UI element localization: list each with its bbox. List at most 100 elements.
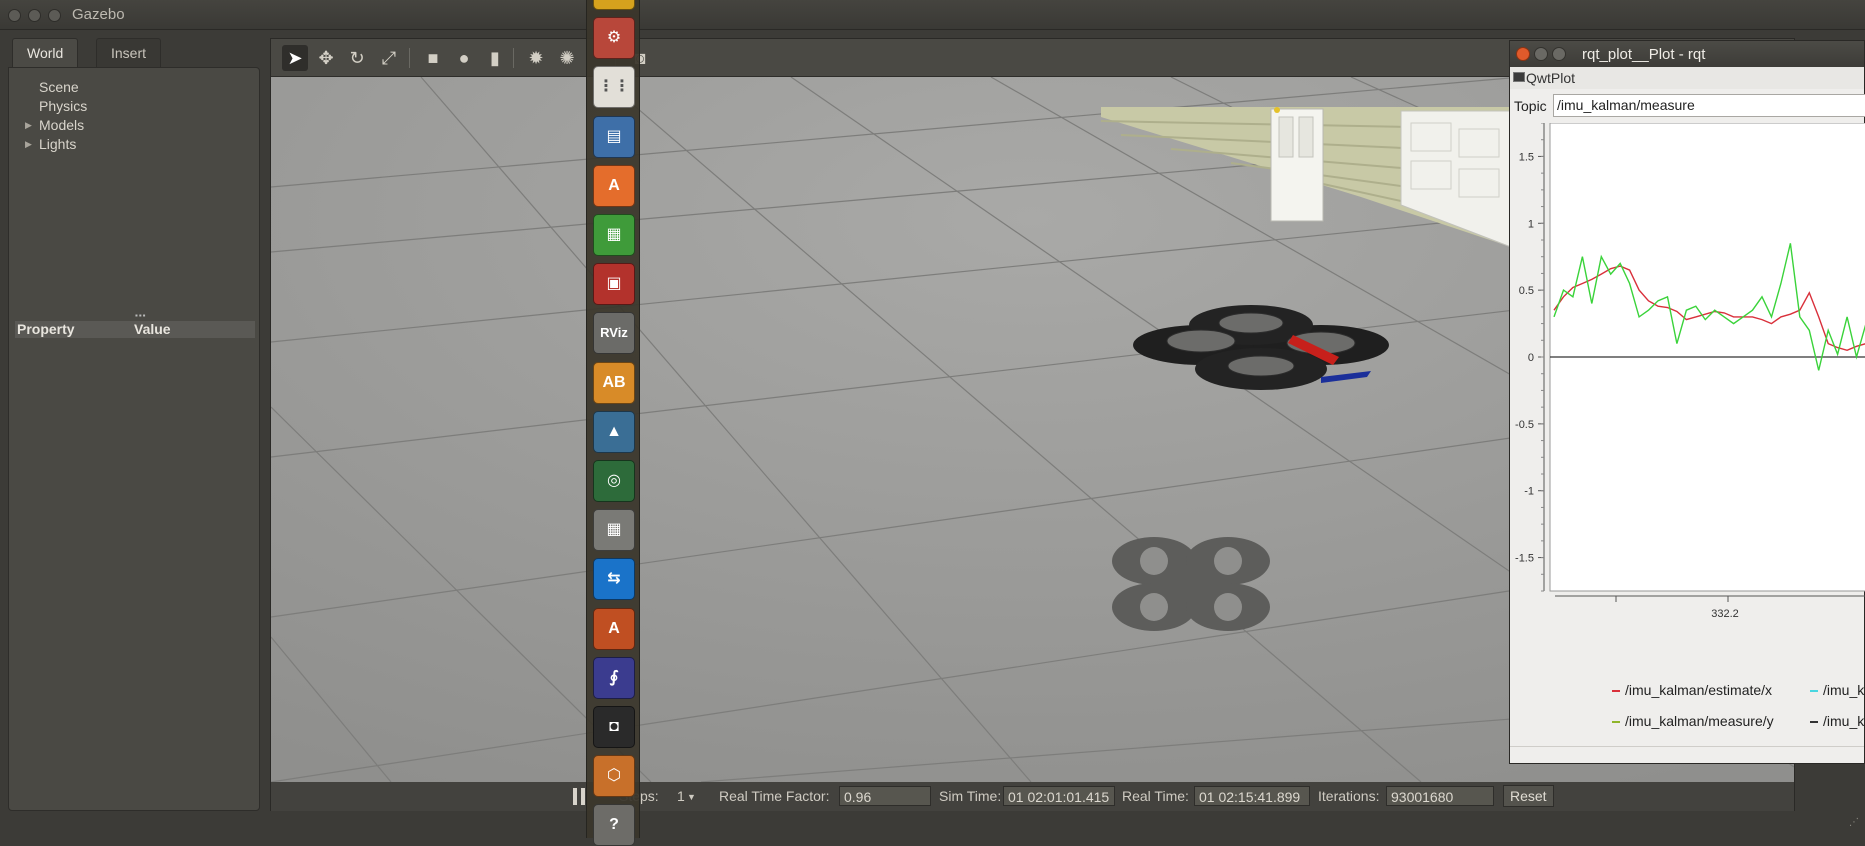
help-icon[interactable]: ? [593, 804, 635, 846]
matlab-icon[interactable]: ▲ [593, 411, 635, 453]
property-table-header: Property Value [15, 321, 255, 338]
software-center-icon[interactable]: A [593, 165, 635, 207]
legend-label: /imu_k [1823, 682, 1864, 698]
resize-grip-icon[interactable]: ⋰ [1849, 817, 1859, 828]
iterations-label: Iterations: [1318, 788, 1379, 804]
rqt-maximize-button[interactable] [1552, 47, 1566, 61]
package-glyph: ⬡ [594, 756, 634, 796]
spotlight-icon[interactable]: ✺ [554, 45, 580, 71]
legend-label: /imu_kalman/measure/y [1625, 713, 1774, 729]
expand-arrow-icon[interactable]: ▶ [25, 135, 32, 154]
calculator-glyph: ▦ [594, 510, 634, 550]
pause-icon[interactable] [573, 788, 585, 805]
matlab-glyph: ▲ [594, 412, 634, 452]
y-tick-label: -0.5 [1515, 419, 1534, 431]
spreadsheet-icon[interactable]: ▦ [593, 214, 635, 256]
move-arrows-icon[interactable]: ✥ [313, 45, 339, 71]
screenshot-tool-icon[interactable]: ◘ [593, 706, 635, 748]
rqt-plot-window: rqt_plot__Plot - rqt QwtPlot Topic /imu_… [1509, 40, 1865, 764]
tab-insert[interactable]: Insert [96, 38, 161, 68]
cylinder-icon[interactable]: ▮ [482, 45, 508, 71]
window-titlebar: Gazebo [0, 0, 1865, 30]
rqt-titlebar: rqt_plot__Plot - rqt [1510, 41, 1864, 67]
unity-launcher: ◉⚙⋮⋮▤A▦▣RVizAB▲◎▦⇆A∮◘⬡? [586, 0, 640, 838]
document-viewer-icon[interactable]: ▤ [593, 116, 635, 158]
tree-item-label: Lights [39, 136, 76, 152]
plot-area[interactable]: 1.510.50-0.5-1-1.5332.2 [1510, 123, 1865, 713]
terminal-red-icon[interactable]: ▣ [593, 263, 635, 305]
rviz-icon[interactable]: RViz [593, 312, 635, 354]
tree-item-label: Scene [39, 79, 79, 95]
y-tick-label: 0 [1528, 352, 1534, 364]
minimize-window-button[interactable] [28, 9, 41, 22]
panel-splitter-handle[interactable]: ▪▪▪ [135, 311, 147, 320]
y-tick-label: -1 [1524, 486, 1534, 498]
terminal-red-glyph: ▣ [594, 264, 634, 304]
steps-dropdown-icon[interactable]: ▼ [687, 792, 696, 802]
legend-label: /imu_k [1823, 713, 1864, 729]
legend-label: /imu_kalman/estimate/x [1625, 682, 1772, 698]
maximize-window-button[interactable] [48, 9, 61, 22]
mathematica-icon[interactable]: ∮ [593, 657, 635, 699]
world-tree: Scene Physics ▶ Models ▶ Lights [9, 78, 87, 154]
rqt-footer-divider [1510, 746, 1864, 747]
world-panel: Scene Physics ▶ Models ▶ Lights ▪▪▪ Proper… [8, 67, 260, 811]
tree-item-models[interactable]: ▶ Models [9, 116, 87, 135]
y-tick-label: -1.5 [1515, 553, 1534, 565]
apps-grid-icon[interactable]: ⋮⋮ [593, 66, 635, 108]
rqt-window-title: rqt_plot__Plot - rqt [1582, 46, 1705, 63]
tree-item-label: Models [39, 117, 84, 133]
close-window-button[interactable] [8, 9, 21, 22]
webcam-icon[interactable]: ◎ [593, 460, 635, 502]
real-time-label: Real Time: [1122, 788, 1189, 804]
tree-item-scene[interactable]: Scene [9, 78, 87, 97]
rqt-close-button[interactable] [1516, 47, 1530, 61]
tree-item-physics[interactable]: Physics [9, 97, 87, 116]
scale-icon[interactable]: ⤢ [376, 45, 402, 71]
tab-world[interactable]: World [12, 38, 78, 68]
property-column-header[interactable]: Property [15, 321, 134, 338]
rqt-minimize-button[interactable] [1534, 47, 1548, 61]
webcam-glyph: ◎ [594, 461, 634, 501]
expand-arrow-icon[interactable]: ▶ [25, 116, 32, 135]
left-panel: World Insert Scene Physics ▶ Models ▶ Ligh… [8, 38, 260, 811]
spreadsheet-glyph: ▦ [594, 215, 634, 255]
reset-button[interactable]: Reset [1503, 785, 1554, 807]
steps-value[interactable]: 1 [677, 788, 685, 804]
sun-icon[interactable]: ✹ [523, 45, 549, 71]
y-tick-label: 1.5 [1519, 151, 1534, 163]
plot-canvas[interactable]: 1.510.50-0.5-1-1.5332.2 [1510, 123, 1865, 713]
y-tick-label: 0.5 [1519, 285, 1534, 297]
sim-time-field: 01 02:01:01.415 [1003, 786, 1115, 806]
value-column-header[interactable]: Value [134, 321, 171, 338]
arrow-cursor-icon[interactable]: ➤ [282, 45, 308, 71]
system-settings-icon[interactable]: ⚙ [593, 17, 635, 59]
tree-item-lights[interactable]: ▶ Lights [9, 135, 87, 154]
screenshot-tool-glyph: ◘ [594, 707, 634, 747]
legend-swatch [1612, 721, 1620, 723]
rotate-icon[interactable]: ↻ [344, 45, 370, 71]
x-tick-label: 332.2 [1711, 608, 1739, 620]
sphere-icon[interactable]: ● [451, 45, 477, 71]
box-icon[interactable]: ■ [420, 45, 446, 71]
software-updater-icon[interactable]: A [593, 608, 635, 650]
legend-item: /imu_kalman/measure/y [1612, 713, 1774, 729]
software-center-glyph: A [594, 166, 634, 206]
sim-time-label: Sim Time: [939, 788, 1001, 804]
qwtplot-label: QwtPlot [1526, 70, 1575, 86]
teamviewer-glyph: ⇆ [594, 559, 634, 599]
mathematica-glyph: ∮ [594, 658, 634, 698]
dictionary-glyph: AB [594, 363, 634, 403]
package-icon[interactable]: ⬡ [593, 755, 635, 797]
calculator-icon[interactable]: ▦ [593, 509, 635, 551]
qwtplot-icon [1513, 72, 1525, 82]
topic-input[interactable]: /imu_kalman/measure [1553, 94, 1865, 117]
window-title: Gazebo [72, 6, 125, 23]
teamviewer-icon[interactable]: ⇆ [593, 558, 635, 600]
statusbar: Steps: 1 ▼ Real Time Factor: 0.96 Sim Ti… [271, 782, 1794, 811]
chrome-icon[interactable]: ◉ [593, 0, 635, 10]
legend-item: /imu_k [1810, 682, 1864, 698]
rviz-glyph: RViz [594, 313, 634, 353]
legend-item: /imu_kalman/estimate/x [1612, 682, 1772, 698]
dictionary-icon[interactable]: AB [593, 362, 635, 404]
